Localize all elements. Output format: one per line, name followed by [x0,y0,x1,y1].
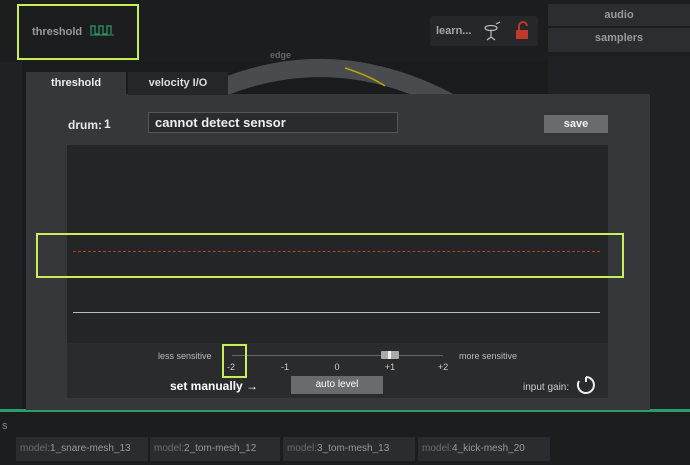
threshold-line-highlight [36,233,624,278]
drum-stand-icon[interactable] [482,21,502,41]
slider-handle-grip [388,351,391,359]
model-name: 3_tom-mesh_13 [317,443,390,454]
slider-tick-label: +1 [384,362,396,372]
drum-label: drum: [68,118,102,132]
slider-tick-label: -1 [280,362,289,372]
model-prefix: model: [422,443,453,454]
model-slot-3[interactable]: model:3_tom-mesh_13 [283,437,415,461]
more-sensitive-label: more sensitive [459,351,518,361]
tab-velocity-io[interactable]: velocity I/O [128,72,228,95]
model-name: 2_tom-mesh_12 [184,443,257,454]
learn-button[interactable]: learn... [436,25,471,37]
left-panel [0,62,22,412]
input-gain-knob-icon[interactable] [576,375,596,395]
set-manually-annotation: set manually → [170,379,259,393]
model-prefix: model: [154,443,185,454]
drum-number: 1 [104,117,111,131]
tick-highlight [222,344,247,378]
lock-icon[interactable] [514,21,532,41]
slider-tick-label: +2 [437,362,449,372]
signal-baseline [73,312,600,313]
model-slot-4[interactable]: model:4_kick-mesh_20 [418,437,550,461]
model-prefix: model: [20,443,51,454]
less-sensitive-label: less sensitive [158,351,212,361]
model-name: 1_snare-mesh_13 [50,443,131,454]
sensor-status-field: cannot detect sensor [148,112,398,133]
model-prefix: model: [287,443,318,454]
zone-label-edge: edge [270,50,292,60]
slider-tick-label: 0 [334,362,340,372]
input-gain-label: input gain: [523,382,570,393]
bottom-left-label: s [2,420,8,432]
sensitivity-slider-track[interactable] [232,355,443,356]
model-slot-2[interactable]: model:2_tom-mesh_12 [150,437,280,461]
tab-samplers[interactable]: samplers [548,28,690,52]
model-slot-1[interactable]: model:1_snare-mesh_13 [16,437,148,461]
save-button[interactable]: save [544,115,608,133]
tab-threshold[interactable]: threshold [26,72,126,95]
tab-audio[interactable]: audio [548,4,690,26]
auto-level-button[interactable]: auto level [291,376,383,394]
threshold-button-highlight [17,4,139,60]
model-name: 4_kick-mesh_20 [452,443,525,454]
